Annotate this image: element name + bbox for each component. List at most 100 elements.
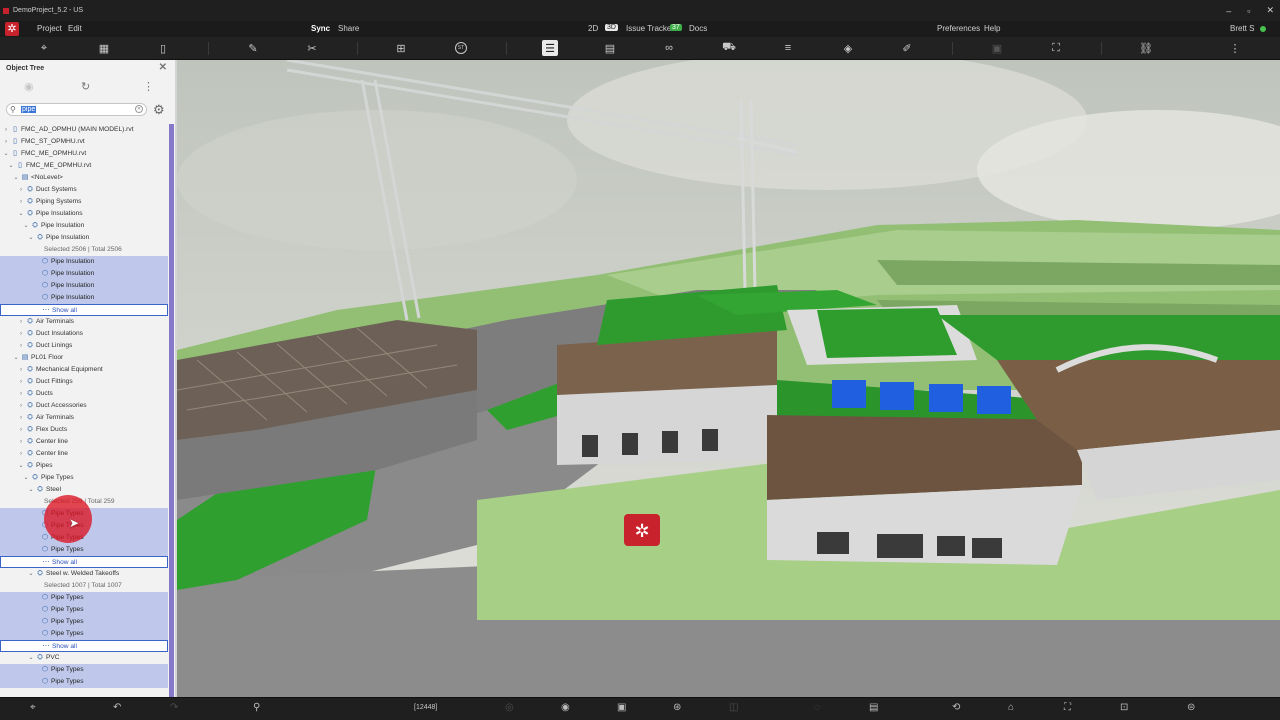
tree-item[interactable]: › ⛭ Center line	[0, 448, 168, 460]
chevron-down-icon[interactable]: ⌄	[18, 460, 24, 472]
3d-viewport[interactable]: ✲	[177, 60, 1280, 697]
chevron-down-icon[interactable]: ⌄	[28, 652, 34, 664]
tree-item[interactable]: › ⛭ Flex Ducts	[0, 424, 168, 436]
camera-icon[interactable]: ◉	[561, 702, 570, 713]
tree-item[interactable]: ⬡ Pipe Insulation	[0, 268, 168, 280]
chevron-right-icon[interactable]: ›	[18, 388, 24, 400]
tree-item[interactable]: ⌄ ▤ PL01 Floor	[0, 352, 168, 364]
map-icon[interactable]: ▦	[96, 40, 112, 56]
menu-project[interactable]: Project	[37, 24, 62, 33]
chevron-right-icon[interactable]: ›	[18, 316, 24, 328]
tree-item[interactable]: ⌄ ⛭ Pipe Insulation	[0, 220, 168, 232]
chevron-down-icon[interactable]: ⌄	[23, 220, 29, 232]
tree-item[interactable]: ⌄ ⛭ Pipe Insulation	[0, 232, 168, 244]
site-model-scene[interactable]: ✲	[177, 60, 1280, 697]
tree-item[interactable]: › ⛭ Duct Insulations	[0, 328, 168, 340]
show-all-button[interactable]: ⋯ Show all	[0, 640, 168, 652]
share-button[interactable]: Share	[338, 24, 359, 33]
chevron-down-icon[interactable]: ⌄	[8, 160, 14, 172]
tree-item[interactable]: › ⛭ Duct Accessories	[0, 400, 168, 412]
tree-item[interactable]: ⌄ ⛭ Pipe Types	[0, 472, 168, 484]
tree-item[interactable]: ⬡Pipe Types	[0, 544, 168, 556]
chevron-down-icon[interactable]: ⌄	[28, 568, 34, 580]
chevron-down-icon[interactable]: ⌄	[18, 208, 24, 220]
tree-item[interactable]: › ▯ FMC_ST_OPMHU.rvt	[0, 136, 168, 148]
user-name[interactable]: Brett S	[1230, 24, 1254, 33]
tree-item[interactable]: ⌄ ⛭ Pipes	[0, 460, 168, 472]
tree-item[interactable]: › ⛭ Duct Systems	[0, 184, 168, 196]
tree-item[interactable]: › ⛭ Mechanical Equipment	[0, 364, 168, 376]
tree-item[interactable]: ⌄ ⛭ Steel	[0, 484, 168, 496]
scrollbar-thumb[interactable]	[169, 124, 174, 697]
chevron-down-icon[interactable]: ⌄	[23, 472, 29, 484]
tree-item[interactable]: › ⛭ Center line	[0, 436, 168, 448]
tree-item[interactable]: › ⛭ Air Terminals	[0, 412, 168, 424]
link-icon[interactable]: ⛓	[1138, 40, 1154, 56]
st-circle-icon[interactable]: ST	[453, 40, 469, 56]
tree-item[interactable]: ⬡Pipe Types	[0, 604, 168, 616]
view-3d-button[interactable]: 3D	[605, 24, 618, 31]
chevron-right-icon[interactable]: ›	[18, 412, 24, 424]
chevron-right-icon[interactable]: ›	[18, 448, 24, 460]
maximize-button[interactable]: ▫	[1247, 6, 1250, 16]
chevron-down-icon[interactable]: ⌄	[3, 148, 9, 160]
tree-item[interactable]: ⌄ ▯ FMC_ME_OPMHU.rvt	[0, 148, 168, 160]
chevron-right-icon[interactable]: ›	[18, 340, 24, 352]
ruler-icon[interactable]: ✎	[245, 40, 261, 56]
tree-item[interactable]: ⌄ ▯ FMC_ME_OPMHU.rvt	[0, 160, 168, 172]
tree-item[interactable]: ⬡Pipe Types	[0, 664, 168, 676]
tree-item[interactable]: ⌄ ⛭ PVC	[0, 652, 168, 664]
chevron-down-icon[interactable]: ⌄	[28, 484, 34, 496]
tree-item[interactable]: › ▯ FMC_AD_OPMHU (MAIN MODEL).rvt	[0, 124, 168, 136]
scissors-icon[interactable]: ✂	[304, 40, 320, 56]
sort-list-icon[interactable]: ≡	[780, 40, 796, 56]
chevron-down-icon[interactable]: ⌄	[13, 352, 19, 364]
tree-item[interactable]: ⌄ ⛭ Pipe Insulations	[0, 208, 168, 220]
tree-item[interactable]: › ⛭ Duct Fittings	[0, 376, 168, 388]
refresh-icon[interactable]: ↻	[81, 80, 90, 93]
tree-item[interactable]: ⬡ Pipe Insulation	[0, 256, 168, 268]
chevron-down-icon[interactable]: ⌄	[28, 232, 34, 244]
filter-truck-icon[interactable]: ⛟	[721, 40, 737, 56]
edit-doc-icon[interactable]: ✐	[899, 40, 915, 56]
chevron-right-icon[interactable]: ›	[18, 184, 24, 196]
chevron-right-icon[interactable]: ›	[18, 400, 24, 412]
paint-bucket-icon[interactable]: ◈	[840, 40, 856, 56]
mobile-icon[interactable]: ▯	[155, 40, 171, 56]
render-icon[interactable]: ▤	[869, 702, 878, 713]
walk-icon[interactable]: ⚲	[253, 702, 260, 713]
tree-item[interactable]: ⬡Pipe Types	[0, 592, 168, 604]
list-icon[interactable]: ▤	[602, 40, 618, 56]
preferences-menu[interactable]: Preferences	[937, 24, 980, 33]
binoculars-icon[interactable]: ∞	[661, 40, 677, 56]
focus-icon[interactable]: ⊡	[1120, 702, 1128, 713]
tree-item[interactable]: ⬡Pipe Types	[0, 616, 168, 628]
undo-icon[interactable]: ↶	[113, 702, 121, 713]
object-tree-icon[interactable]: ☰	[542, 40, 558, 56]
kebab-menu-icon[interactable]: ⋮	[143, 80, 154, 93]
snapshot-icon[interactable]: ▣	[617, 702, 626, 713]
drone-icon[interactable]: ⛶	[1048, 40, 1064, 56]
gear-icon[interactable]: ⚙	[153, 102, 165, 118]
fullscreen-icon[interactable]: ⛶	[1064, 702, 1071, 713]
close-icon[interactable]: ✕	[159, 62, 167, 73]
chevron-down-icon[interactable]: ⌄	[13, 172, 19, 184]
tree-item[interactable]: ⬡ Pipe Insulation	[0, 292, 168, 304]
tree-item[interactable]: ⌄ ▤ <NoLevel>	[0, 172, 168, 184]
sync-button[interactable]: Sync	[311, 24, 330, 33]
view-2d-button[interactable]: 2D	[588, 24, 598, 33]
close-button[interactable]: ✕	[1266, 5, 1274, 16]
orbit-icon[interactable]: ⟲	[952, 702, 960, 713]
chevron-right-icon[interactable]: ›	[18, 328, 24, 340]
tree-item[interactable]: ⌄ ⛭ Steel w. Welded Takeoffs	[0, 568, 168, 580]
chevron-right-icon[interactable]: ›	[18, 436, 24, 448]
tree-item[interactable]: ⬡Pipe Types	[0, 676, 168, 688]
settings-panel-icon[interactable]: ⊜	[1187, 702, 1195, 713]
menu-edit[interactable]: Edit	[68, 24, 82, 33]
tree-item[interactable]: › ⛭ Duct Linings	[0, 340, 168, 352]
chevron-right-icon[interactable]: ›	[18, 376, 24, 388]
tree-item[interactable]: ⬡Pipe Types	[0, 628, 168, 640]
minimize-button[interactable]: –	[1226, 6, 1231, 16]
chevron-right-icon[interactable]: ›	[18, 424, 24, 436]
tree-item[interactable]: › ⛭ Ducts	[0, 388, 168, 400]
